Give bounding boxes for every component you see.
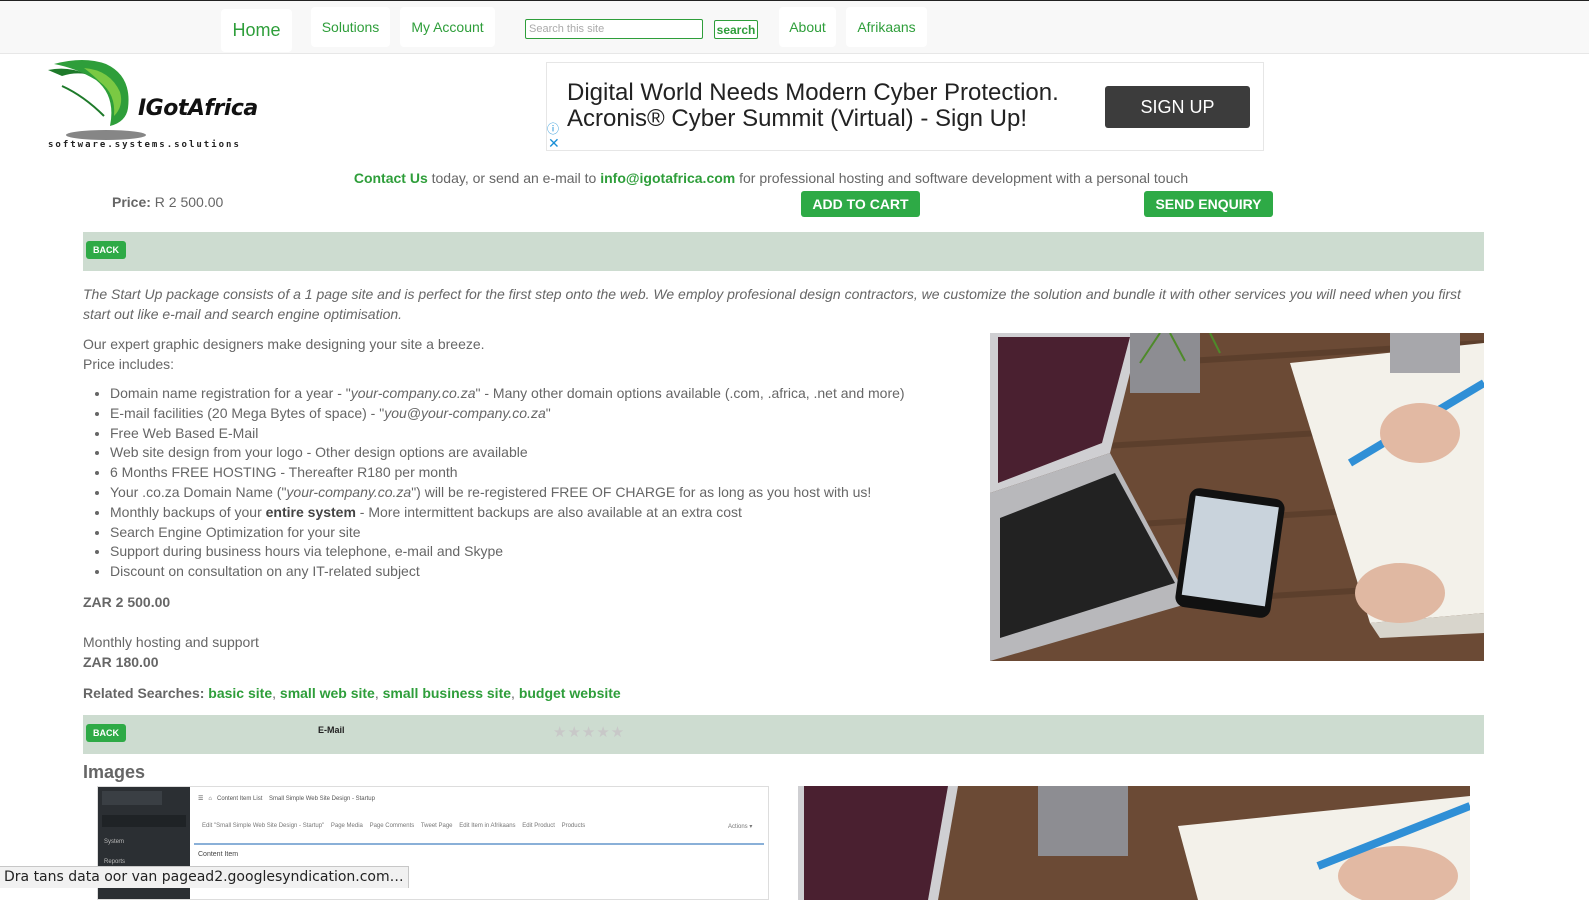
back-button-bottom[interactable]: BACK [86, 724, 126, 742]
price-value: R 2 500.00 [150, 194, 224, 210]
ad-close-icon[interactable]: ✕ [548, 135, 560, 152]
nav-solutions[interactable]: Solutions [311, 7, 390, 47]
logo-tagline: software.systems.solutions [48, 140, 241, 150]
contact-text-1: today, or send an e-mail to [427, 170, 601, 186]
contact-line: Contact Us today, or send an e-mail to i… [0, 170, 1542, 186]
price-label: Price: [112, 194, 151, 210]
related-link-budget-website[interactable]: budget website [519, 685, 621, 701]
related-label: Related Searches: [83, 685, 205, 701]
list-item: 6 Months FREE HOSTING - Thereafter R180 … [110, 463, 963, 483]
back-button-top[interactable]: BACK [86, 241, 126, 259]
logo-wordmark: IGotAfrica [138, 96, 258, 121]
logo-name: IGotAfrica [138, 96, 258, 121]
related-link-small-business-site[interactable]: small business site [383, 685, 511, 701]
thumb-search [102, 815, 186, 827]
ad-line-2: Acronis® Cyber Summit (Virtual) - Sign U… [567, 105, 1028, 132]
thumb-side-system: System [104, 839, 125, 845]
list-item: Free Web Based E-Mail [110, 424, 963, 444]
top-navbar: Home Solutions My Account search About A… [0, 0, 1589, 54]
laptop-desk-image [990, 333, 1484, 661]
images-heading: Images [83, 762, 146, 782]
thumb-actions: Actions ▾ [728, 824, 753, 830]
nav-home[interactable]: Home [221, 9, 292, 52]
advertisement-banner[interactable]: Digital World Needs Modern Cyber Protect… [546, 62, 1264, 151]
bottom-action-bar: BACK E-Mail ★★★★★ [83, 715, 1484, 754]
email-share-link[interactable]: E-Mail [318, 725, 345, 735]
related-searches: Related Searches: basic site, small web … [83, 685, 621, 701]
thumb-divider [194, 843, 764, 845]
laptop-photo-thumbnail[interactable] [798, 786, 1470, 900]
thumb-content-item: Content Item [198, 851, 239, 858]
laptop-desk-thumbnail-image [798, 786, 1470, 900]
product-description: Our expert graphic designers make design… [83, 334, 963, 672]
thumb-side-reports: Reports [104, 859, 126, 865]
list-item: Discount on consultation on any IT-relat… [110, 562, 963, 582]
product-photo [990, 333, 1484, 661]
thumb-logo [102, 791, 162, 805]
search-input[interactable] [525, 19, 703, 39]
ad-sign-up-button[interactable]: SIGN UP [1105, 86, 1250, 128]
features-list: Domain name registration for a year - "y… [83, 384, 963, 582]
igotafrica-logo[interactable]: IGotAfrica software.systems.solutions [44, 56, 264, 152]
description-line-2: Price includes: [83, 356, 175, 372]
search-button[interactable]: search [714, 20, 758, 39]
add-to-cart-button[interactable]: ADD TO CART [801, 191, 920, 217]
list-item: Web site design from your logo - Other d… [110, 443, 963, 463]
nav-about[interactable]: About [779, 7, 836, 47]
monthly-label: Monthly hosting and support [83, 633, 259, 650]
contact-text-2: for professional hosting and software de… [735, 170, 1189, 186]
ad-headline: Digital World Needs Modern Cyber Protect… [567, 80, 1059, 132]
browser-status-bar: Dra tans data oor van pagead2.googlesynd… [0, 866, 409, 888]
email-link[interactable]: info@igotafrica.com [600, 170, 735, 186]
ad-line-1: Digital World Needs Modern Cyber Protect… [567, 79, 1059, 106]
list-item: E-mail facilities (20 Mega Bytes of spac… [110, 404, 963, 424]
nav-my-account[interactable]: My Account [400, 7, 495, 47]
top-action-bar: BACK [83, 232, 1484, 271]
list-item: Support during business hours via teleph… [110, 542, 963, 562]
list-item: Your .co.za Domain Name ("your-company.c… [110, 483, 963, 503]
related-link-basic-site[interactable]: basic site [208, 685, 272, 701]
monthly-price: ZAR 180.00 [83, 653, 159, 670]
list-item: Domain name registration for a year - "y… [110, 384, 963, 404]
send-enquiry-button[interactable]: SEND ENQUIRY [1144, 191, 1273, 217]
intro-paragraph: The Start Up package consists of a 1 pag… [83, 286, 1461, 322]
related-link-small-web-site[interactable]: small web site [280, 685, 375, 701]
list-item: Search Engine Optimization for your site [110, 523, 963, 543]
package-price: ZAR 2 500.00 [83, 593, 171, 610]
thumb-breadcrumb: ☰ ⌂ Content Item List Small Simple Web S… [198, 796, 375, 802]
list-item: Monthly backups of your entire system - … [110, 503, 963, 523]
nav-afrikaans[interactable]: Afrikaans [846, 7, 927, 47]
price-line: Price: R 2 500.00 [112, 194, 223, 210]
description-line-1: Our expert graphic designers make design… [83, 336, 485, 352]
contact-us-link[interactable]: Contact Us [354, 170, 428, 186]
rating-stars-icon[interactable]: ★★★★★ [553, 723, 625, 741]
thumb-tabs: Edit "Small Simple Web Site Design - Sta… [202, 823, 586, 829]
